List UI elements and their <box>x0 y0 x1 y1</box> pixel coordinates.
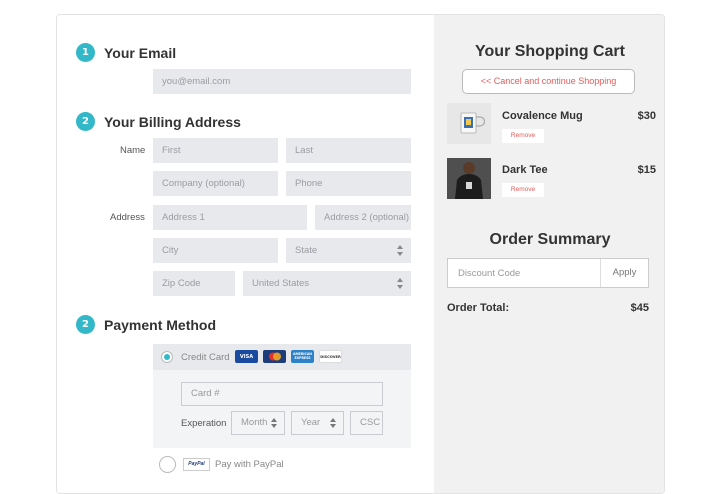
city-field[interactable]: City <box>153 238 278 263</box>
credit-card-panel: Credit Card VISA AMERICAN EXPRESS DISCOV… <box>153 344 411 448</box>
step-badge: 1 <box>76 43 95 62</box>
discount-code-field[interactable]: Discount Code <box>458 268 520 279</box>
address2-field[interactable]: Address 2 (optional) <box>315 205 411 230</box>
step-badge: 2 <box>76 112 95 131</box>
billing-heading: Your Billing Address <box>104 113 241 130</box>
cart-item-name: Dark Tee <box>502 164 548 176</box>
paypal-option[interactable]: PayPal Pay with PayPal <box>159 456 359 476</box>
cart-item-price: $15 <box>637 164 656 176</box>
cancel-continue-shopping-button[interactable]: << Cancel and continue Shopping <box>462 69 635 94</box>
state-select[interactable]: State <box>286 238 411 263</box>
order-total-label: Order Total: <box>447 302 510 314</box>
paypal-radio[interactable] <box>159 456 176 473</box>
email-heading: Your Email <box>104 44 177 61</box>
csc-field[interactable]: CSC <box>350 411 383 435</box>
cart-item-name: Covalence Mug <box>502 110 583 122</box>
remove-item-button[interactable]: Remove <box>502 183 544 197</box>
credit-card-radio[interactable] <box>161 351 173 363</box>
cart-item-price: $30 <box>637 110 656 122</box>
checkout-card: 1 Your Email you@email.com 2 Your Billin… <box>56 14 665 494</box>
name-label: Name <box>120 145 146 156</box>
mastercard-icon <box>263 350 286 363</box>
visa-icon: VISA <box>235 350 258 363</box>
cart-panel: Your Shopping Cart << Cancel and continu… <box>434 15 664 493</box>
paypal-icon: PayPal <box>183 458 210 471</box>
mastercard-circles-icon <box>268 352 281 361</box>
tee-thumbnail <box>447 158 491 199</box>
month-select[interactable]: Month <box>231 411 285 435</box>
discover-icon: DISCOVER <box>319 350 342 363</box>
checkout-form: 1 Your Email you@email.com 2 Your Billin… <box>57 15 434 493</box>
address-label: Address <box>110 212 145 223</box>
company-field[interactable]: Company (optional) <box>153 171 278 196</box>
mug-thumbnail <box>447 103 491 144</box>
discount-code-group: Discount Code Apply <box>447 258 649 288</box>
apply-button[interactable]: Apply <box>600 259 648 287</box>
amex-icon: AMERICAN EXPRESS <box>291 350 314 363</box>
year-select[interactable]: Year <box>291 411 344 435</box>
payment-heading: Payment Method <box>104 316 217 333</box>
credit-card-option[interactable]: Credit Card VISA AMERICAN EXPRESS DISCOV… <box>153 344 411 370</box>
expiration-label: Experation <box>181 418 227 429</box>
email-section-title: 1 Your Email <box>76 43 176 62</box>
order-total-value: $45 <box>630 302 649 314</box>
credit-card-label: Credit Card <box>181 352 230 363</box>
country-select[interactable]: United States <box>243 271 411 296</box>
address1-field[interactable]: Address 1 <box>153 205 307 230</box>
payment-section-title: 2 Payment Method <box>76 315 216 334</box>
last-name-field[interactable]: Last <box>286 138 411 163</box>
tee-icon <box>455 162 483 199</box>
zip-field[interactable]: Zip Code <box>153 271 235 296</box>
first-name-field[interactable]: First <box>153 138 278 163</box>
step-badge: 2 <box>76 315 95 334</box>
card-number-field[interactable]: Card # <box>181 382 383 406</box>
email-field[interactable]: you@email.com <box>153 69 411 94</box>
remove-item-button[interactable]: Remove <box>502 129 544 143</box>
cart-title: Your Shopping Cart <box>475 43 625 60</box>
billing-section-title: 2 Your Billing Address <box>76 112 241 131</box>
phone-field[interactable]: Phone <box>286 171 411 196</box>
order-summary-title: Order Summary <box>489 231 611 248</box>
mug-icon <box>460 112 486 134</box>
paypal-label: Pay with PayPal <box>215 459 284 470</box>
